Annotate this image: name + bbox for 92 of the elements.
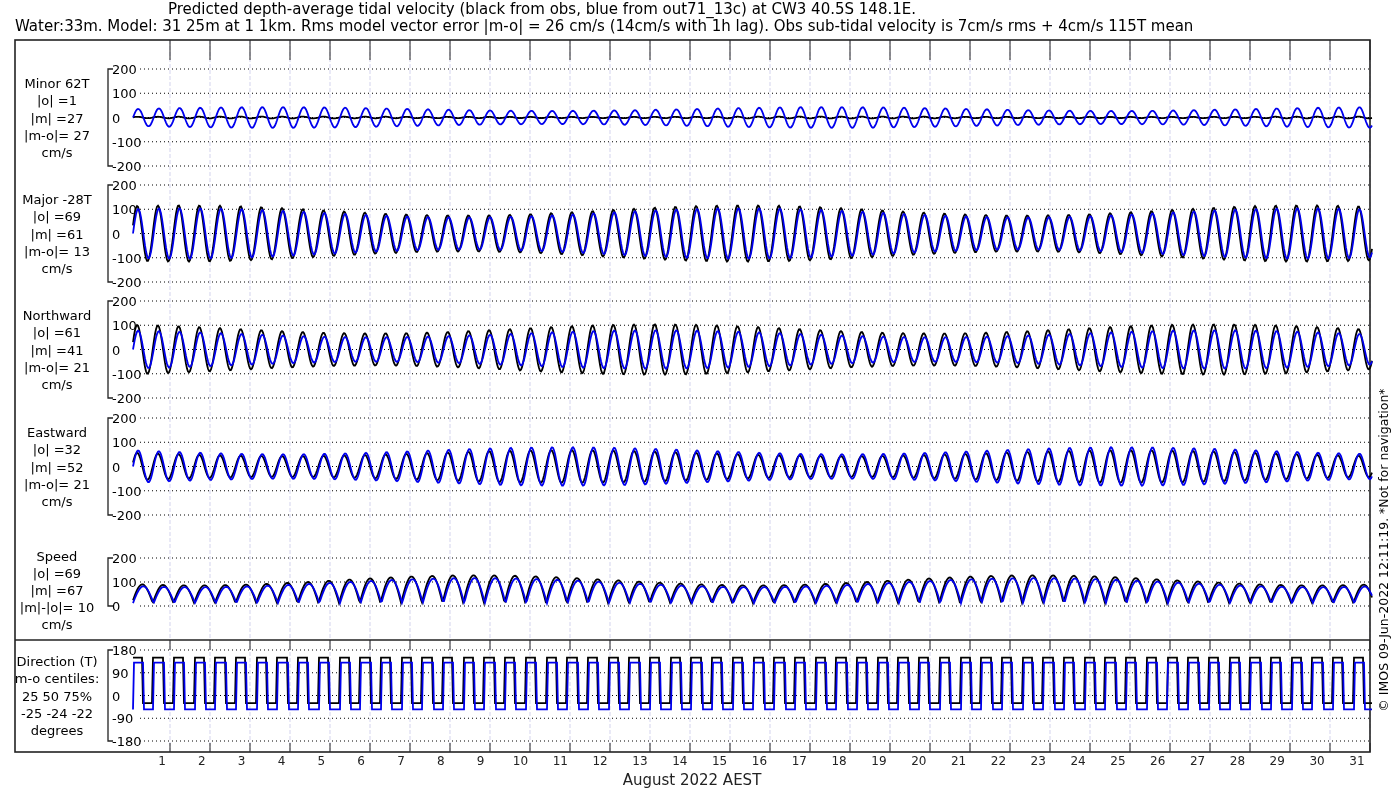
panel-label: Eastward xyxy=(27,425,87,441)
panel-label: |o| =61 xyxy=(32,325,82,341)
x-tick-label: 10 xyxy=(512,754,529,768)
x-tick-label: 11 xyxy=(552,754,568,768)
copyright-note: © IMOS 09-Jun-2022 12:11:19. *Not for navigation* xyxy=(1376,388,1391,712)
y-tick-label: -200 xyxy=(112,159,142,174)
y-tick-label: 100 xyxy=(112,575,137,590)
panel-label: cm/s xyxy=(41,144,73,160)
panel-label: |m| =41 xyxy=(30,342,84,358)
x-tick-label: 7 xyxy=(397,754,405,768)
x-tick-label: 17 xyxy=(791,754,807,768)
panel-label: Speed xyxy=(36,548,78,564)
panel-label: m-o centiles: xyxy=(14,671,100,687)
y-tick-label: -100 xyxy=(112,366,142,382)
panel-label: cm/s xyxy=(41,493,73,509)
y-tick-label: -100 xyxy=(112,483,142,499)
panel-label: Northward xyxy=(22,308,92,324)
x-tick-label: 6 xyxy=(357,754,365,768)
panel-label: |o| =69 xyxy=(32,565,82,581)
panel-label: Minor 62T xyxy=(24,76,90,92)
y-tick-label: 200 xyxy=(112,178,137,193)
panel-label: |o| =1 xyxy=(37,93,77,109)
panel-label: |m| =61 xyxy=(30,226,84,242)
panel-label: Major -28T xyxy=(22,192,92,208)
chart-title: Predicted depth-average tidal velocity (black from obs, blue from out71_13c) at CW3 40.5S 148.1E. xyxy=(168,0,916,18)
x-tick-label: 23 xyxy=(1030,754,1046,768)
x-tick-label: 14 xyxy=(672,754,688,768)
x-tick-label: 1 xyxy=(158,754,166,768)
y-tick-label: -200 xyxy=(112,391,142,406)
y-tick-label: -200 xyxy=(112,275,142,290)
panel-label: |m| =52 xyxy=(30,459,84,475)
y-tick-label: 0 xyxy=(112,459,121,475)
panel-label: -25 -24 -22 xyxy=(21,705,93,721)
x-tick-label: 29 xyxy=(1269,754,1285,768)
panel-label: degrees xyxy=(30,722,84,738)
y-tick-label: 100 xyxy=(112,435,137,451)
x-tick-label: 26 xyxy=(1150,754,1166,768)
panel-label: |m-o|= 13 xyxy=(24,243,90,259)
x-tick-label: 3 xyxy=(237,754,246,768)
panel-label: cm/s xyxy=(41,617,73,633)
x-tick-label: 5 xyxy=(317,754,326,768)
x-tick-label: 13 xyxy=(632,754,648,768)
y-tick-label: 200 xyxy=(112,62,137,77)
y-tick-label: -90 xyxy=(112,711,134,727)
panel-label: |m| =27 xyxy=(30,110,84,126)
x-tick-label: 27 xyxy=(1189,754,1206,768)
y-tick-label: 90 xyxy=(112,665,129,681)
y-tick-label: -200 xyxy=(112,508,142,523)
y-tick-label: 100 xyxy=(112,318,137,334)
x-axis-label: August 2022 AEST xyxy=(622,771,762,789)
x-tick-label: 24 xyxy=(1070,754,1086,768)
x-tick-label: 20 xyxy=(911,754,927,768)
y-tick-label: -100 xyxy=(112,134,142,150)
panel-label: 25 50 75% xyxy=(21,688,93,704)
y-tick-label: 0 xyxy=(112,599,121,614)
panel-label: |m-o|= 27 xyxy=(24,127,90,143)
y-tick-label: 180 xyxy=(112,643,137,658)
panel-label: Direction (T) xyxy=(16,654,98,670)
panel-label: |m|-|o|= 10 xyxy=(19,600,95,616)
x-tick-label: 22 xyxy=(990,754,1007,768)
y-tick-label: -100 xyxy=(112,250,142,266)
y-tick-label: 100 xyxy=(112,86,137,102)
panel-label: |m-o|= 21 xyxy=(24,359,90,375)
chart-subtitle: Water:33m. Model: 31 25m at 1 1km. Rms model vector error |m-o| = 26 cm/s (14cm/s with 1h lag). Obs sub-tidal velocity is 7cm/s rms + 4cm/s 115T mean xyxy=(15,17,1194,35)
x-tick-label: 16 xyxy=(751,754,768,768)
x-tick-label: 25 xyxy=(1110,754,1126,768)
x-tick-label: 12 xyxy=(592,754,608,768)
y-tick-label: -180 xyxy=(112,734,142,749)
y-tick-label: 0 xyxy=(112,110,121,126)
x-tick-label: 18 xyxy=(831,754,847,768)
y-tick-label: 0 xyxy=(112,342,121,358)
y-tick-label: 0 xyxy=(112,688,121,704)
x-tick-label: 9 xyxy=(476,754,485,768)
panel-label: |o| =32 xyxy=(32,442,82,458)
panel-label: |m-o|= 21 xyxy=(24,476,90,492)
panel-label: cm/s xyxy=(41,376,73,392)
x-tick-label: 28 xyxy=(1229,754,1246,768)
panel-label: |m| =67 xyxy=(30,583,84,598)
y-tick-label: 200 xyxy=(112,294,137,309)
panel-label: |o| =69 xyxy=(32,209,82,225)
x-tick-label: 8 xyxy=(437,754,445,768)
y-tick-label: 200 xyxy=(112,551,137,566)
x-tick-label: 30 xyxy=(1309,754,1325,768)
x-tick-label: 19 xyxy=(871,754,887,768)
x-tick-label: 4 xyxy=(277,754,286,768)
x-tick-label: 15 xyxy=(712,754,728,768)
x-tick-label: 31 xyxy=(1349,754,1365,768)
x-tick-label: 21 xyxy=(950,754,967,768)
x-tick-label: 2 xyxy=(198,754,206,768)
y-tick-label: 0 xyxy=(112,226,121,242)
panel-label: cm/s xyxy=(41,260,73,276)
y-tick-label: 200 xyxy=(112,411,137,426)
